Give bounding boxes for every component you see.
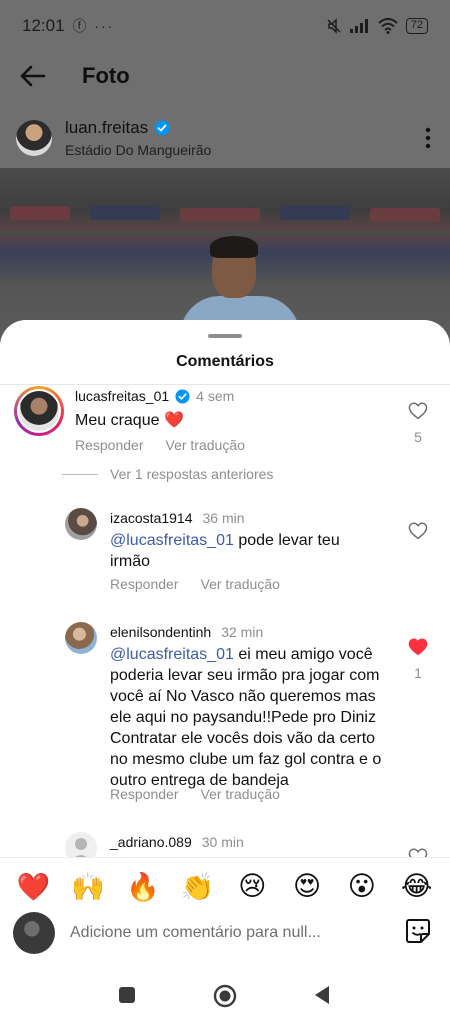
wifi-icon (378, 18, 398, 34)
heart-filled-icon[interactable] (408, 638, 428, 656)
verified-badge-icon (154, 120, 170, 136)
comments-title: Comentários (176, 353, 274, 370)
comment-mention[interactable]: @lucasfreitas_01 (110, 646, 234, 663)
like-count: 5 (414, 429, 422, 445)
emoji-fire[interactable]: 🔥 (123, 871, 163, 903)
status-time: 12:01 (22, 16, 65, 35)
comment-mention[interactable]: @lucasfreitas_01 (110, 532, 234, 549)
comment-time: 32 min (221, 624, 264, 640)
comment-text: Meu craque ❤️ (75, 412, 184, 429)
like-count: 1 (414, 665, 422, 681)
comment-time: 30 min (201, 834, 244, 850)
comment-avatar[interactable] (14, 386, 64, 436)
post-header: luan.freitas Estádio Do Mangueirão (0, 112, 450, 168)
more-options-icon[interactable] (424, 126, 432, 150)
emoji-quick-bar: ❤️ 🙌 🔥 👏 😢 😍 😮 😂 (0, 857, 450, 915)
emoji-raised-hands[interactable]: 🙌 (68, 871, 108, 903)
reply-button[interactable]: Responder (110, 786, 179, 802)
status-right: 72 (326, 18, 428, 34)
emoji-heart[interactable]: ❤️ (13, 871, 53, 903)
emoji-surprised[interactable]: 😮 (342, 871, 382, 902)
comment-header: lucasfreitas_01 4 sem (75, 388, 234, 404)
sheet-drag-handle[interactable] (208, 334, 242, 338)
post-author[interactable]: luan.freitas (65, 118, 170, 138)
comments-sheet: Comentários lucasfreitas_01 4 sem Meu cr… (0, 320, 450, 1024)
comment-composer (0, 912, 450, 959)
like-control (408, 522, 428, 545)
comment-actions: Responder Ver tradução (110, 786, 280, 802)
comment-text: @lucasfreitas_01 pode levar teu irmão (110, 530, 380, 572)
comment-header: _adriano.089 30 min (110, 834, 244, 850)
back-nav-icon[interactable] (313, 985, 331, 1005)
verified-badge-icon (175, 388, 190, 404)
comment-header: elenilsondentinh 32 min (110, 624, 263, 640)
app-bar: Foto (0, 52, 450, 102)
page-title: Foto (82, 63, 130, 88)
system-nav-bar (0, 960, 450, 1024)
recent-apps-icon[interactable] (118, 986, 136, 1004)
translate-button[interactable]: Ver tradução (201, 576, 280, 592)
battery-icon: 72 (405, 18, 428, 34)
comment-avatar[interactable] (65, 622, 97, 654)
comment-avatar[interactable] (65, 508, 97, 540)
reply-button[interactable]: Responder (75, 437, 144, 453)
comment-time: 4 sem (196, 388, 235, 404)
translate-button[interactable]: Ver tradução (201, 786, 280, 802)
comment-actions: Responder Ver tradução (110, 576, 280, 592)
comment-text: @lucasfreitas_01 ei meu amigo você poder… (110, 644, 390, 791)
comment-username[interactable]: izacosta1914 (110, 510, 193, 526)
translate-button[interactable]: Ver tradução (166, 437, 245, 453)
current-user-avatar (13, 912, 55, 954)
view-previous-replies-label: Ver 1 respostas anteriores (110, 466, 274, 482)
comment-header: izacosta1914 36 min (110, 510, 245, 526)
notification-icons: ⓕ ··· (72, 18, 115, 34)
comment-input[interactable] (70, 919, 340, 947)
emoji-laughing[interactable]: 😂 (397, 871, 437, 902)
comment-time: 36 min (202, 510, 245, 526)
mute-icon (327, 18, 341, 34)
comment-username[interactable]: elenilsondentinh (110, 624, 211, 640)
comment-actions: Responder Ver tradução (75, 437, 245, 453)
back-arrow-icon[interactable] (18, 62, 46, 90)
comment-username[interactable]: lucasfreitas_01 (75, 388, 169, 404)
heart-outline-icon[interactable] (408, 522, 428, 540)
status-bar: 12:01 ⓕ ··· 72 (0, 0, 450, 52)
sticker-icon[interactable] (404, 917, 432, 945)
emoji-clap[interactable]: 👏 (178, 871, 218, 903)
like-control: 1 (408, 638, 428, 681)
divider (0, 384, 450, 385)
emoji-heart-eyes[interactable]: 😍 (287, 871, 327, 902)
emoji-crying[interactable]: 😢 (232, 871, 272, 902)
like-control: 5 (408, 402, 428, 445)
post-author-username: luan.freitas (65, 118, 149, 137)
comment-body: ei meu amigo você poderia levar seu irmã… (110, 646, 382, 789)
signal-icon (349, 19, 368, 33)
home-icon[interactable] (213, 984, 237, 1008)
post-location[interactable]: Estádio Do Mangueirão (65, 142, 211, 158)
post-author-avatar[interactable] (16, 120, 52, 156)
reply-button[interactable]: Responder (110, 576, 179, 592)
heart-outline-icon[interactable] (408, 402, 428, 420)
view-previous-replies[interactable]: Ver 1 respostas anteriores (62, 466, 273, 482)
comment-username[interactable]: _adriano.089 (110, 834, 192, 850)
